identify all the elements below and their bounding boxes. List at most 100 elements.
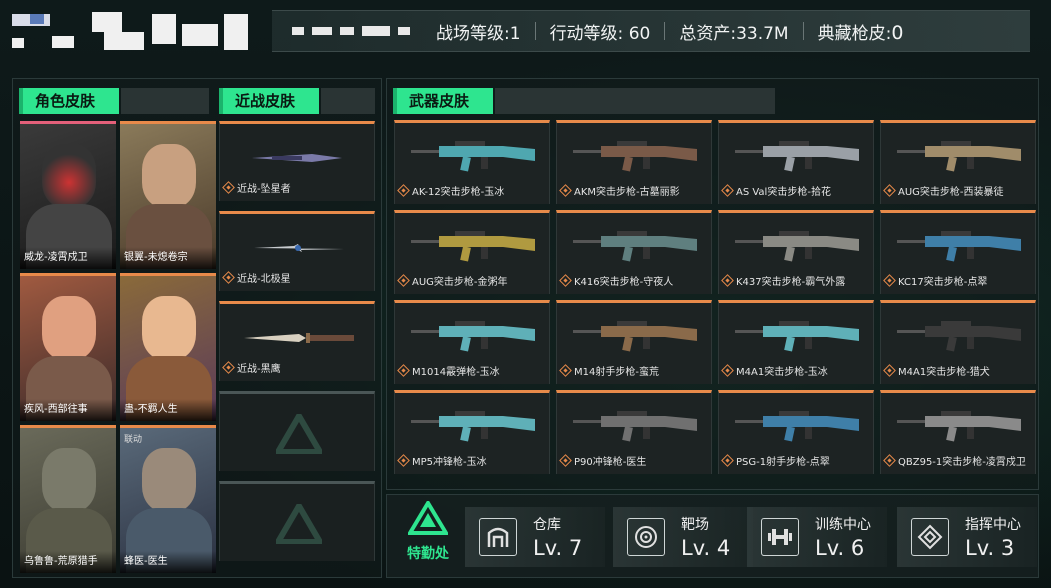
weapon-card[interactable]: M1014霰弹枪-玉冰 [394,300,550,384]
agent-office-button[interactable]: 特勤处 [395,499,461,571]
diamond-icon [721,274,734,287]
weapon-panel: 武器皮肤 AK-12突击步枪-玉冰 AKM突击步枪-古墓丽影 AS Val突击步枪-… [386,78,1039,490]
weapon-card[interactable]: KC17突击步枪-点翠 [880,210,1036,294]
diamond-icon [883,184,896,197]
weapon-name: P90冲锋枪-医生 [574,457,647,468]
empty-melee-slot[interactable] [219,481,375,561]
stat-collection-skins: 典藏枪皮:0 [817,21,904,44]
weapon-card[interactable]: AS Val突击步枪-拾花 [718,120,874,204]
knife-icon [244,333,354,343]
diamond-icon [397,454,410,467]
dumbbell-icon [761,518,799,556]
facility-name: 指挥中心 [965,517,1021,533]
character-card[interactable]: 银翼-未熄卷宗 [120,121,216,269]
rifle-icon [411,321,535,352]
facilities-bar: 特勤处 仓库 Lv. 7 靶场 Lv. 4 训练中心 Lv. 6 指挥中心 Lv… [386,494,1039,578]
weapon-name: K437突击步枪-霸气外露 [736,277,846,288]
weapon-card[interactable]: AUG突击步枪-金粥年 [394,210,550,294]
weapon-card[interactable]: MP5冲锋枪-玉冰 [394,390,550,474]
facility-level: Lv. 6 [815,536,865,560]
facility-name: 仓库 [533,517,561,533]
rifle-icon [411,411,535,442]
weapon-card[interactable]: AKM突击步枪-古墓丽影 [556,120,712,204]
character-card[interactable]: 联动 蜂医-医生 [120,425,216,573]
weapon-name: M14射手步枪-蛮荒 [574,367,659,378]
facility-range[interactable]: 靶场 Lv. 4 [613,507,753,567]
agent-office-label: 特勤处 [407,546,449,562]
diamond-icon [559,184,572,197]
weapon-card[interactable]: P90冲锋枪-医生 [556,390,712,474]
rifle-icon [735,321,859,352]
rifle-icon [897,411,1021,442]
rifle-icon [735,141,859,172]
character-name: 乌鲁鲁-荒原猎手 [20,551,116,573]
weapon-card[interactable]: M4A1突击步枪-猎犬 [880,300,1036,384]
character-card[interactable]: 乌鲁鲁-荒原猎手 [20,425,116,573]
diamond-icon [559,364,572,377]
diamond-icon [721,364,734,377]
weapon-name: K416突击步枪-守夜人 [574,277,674,288]
weapon-card[interactable]: PSG-1射手步枪-点翠 [718,390,874,474]
diamond-icon [559,454,572,467]
weapon-name: AKM突击步枪-古墓丽影 [574,187,680,198]
character-name: 银翼-未熄卷宗 [120,247,216,269]
rifle-icon [573,141,697,172]
character-name: 蜂医-医生 [120,551,216,573]
character-name: 疾风-西部往事 [20,399,116,421]
melee-card[interactable]: 近战-黑鹰 [219,301,375,381]
collab-badge: 联动 [124,435,143,445]
diamond-icon [222,271,235,284]
section-character-skins: 角色皮肤 [19,88,119,114]
weapon-name: AS Val突击步枪-拾花 [736,187,831,198]
weapon-name: M1014霰弹枪-玉冰 [412,367,500,378]
weapon-card[interactable]: QBZ95-1突击步枪-凌霄戍卫 [880,390,1036,474]
weapon-name: M4A1突击步枪-猎犬 [898,367,990,378]
rifle-icon [411,231,535,262]
diamond-icon [397,184,410,197]
stat-battlefield-level: 战场等级:1 [436,23,521,44]
melee-card[interactable]: 近战-坠星者 [219,121,375,201]
agent-office-icon [406,499,450,535]
knife-icon [254,244,344,252]
rifle-icon [573,231,697,262]
section-tail [321,88,375,114]
character-card[interactable]: 疾风-西部往事 [20,273,116,421]
diamond-icon [883,364,896,377]
melee-card[interactable]: 近战-北极星 [219,211,375,291]
facility-level: Lv. 3 [965,536,1015,560]
character-card[interactable]: 威龙-凌霄戍卫 [20,121,116,269]
diamond-icon [222,361,235,374]
section-melee-skins: 近战皮肤 [219,88,319,114]
empty-melee-slot[interactable] [219,391,375,471]
stat-operation-level: 行动等级: 60 [549,23,651,44]
rifle-icon [411,141,535,172]
weapon-card[interactable]: K437突击步枪-霸气外露 [718,210,874,294]
redacted-field [272,26,422,36]
logo-watermark-icon [276,414,322,454]
melee-name: 近战-坠星者 [237,184,291,195]
facility-level: Lv. 7 [533,536,583,560]
character-name: 威龙-凌霄戍卫 [20,247,116,269]
rifle-icon [897,321,1021,352]
facility-training-center[interactable]: 训练中心 Lv. 6 [747,507,887,567]
diamond-icon [397,364,410,377]
rifle-icon [735,231,859,262]
diamond-icon [883,454,896,467]
facility-level: Lv. 4 [681,536,731,560]
command-icon [911,518,949,556]
weapon-card[interactable]: AUG突击步枪-西装暴徒 [880,120,1036,204]
rifle-icon [897,141,1021,172]
weapon-name: AK-12突击步枪-玉冰 [412,187,505,198]
character-name: 蛊-不羁人生 [120,399,216,421]
weapon-card[interactable]: K416突击步枪-守夜人 [556,210,712,294]
weapon-card[interactable]: AK-12突击步枪-玉冰 [394,120,550,204]
diamond-icon [222,181,235,194]
weapon-card[interactable]: M14射手步枪-蛮荒 [556,300,712,384]
weapon-name: KC17突击步枪-点翠 [898,277,988,288]
character-card[interactable]: 蛊-不羁人生 [120,273,216,421]
weapon-name: PSG-1射手步枪-点翠 [736,457,830,468]
weapon-card[interactable]: M4A1突击步枪-玉冰 [718,300,874,384]
facility-warehouse[interactable]: 仓库 Lv. 7 [465,507,605,567]
diamond-icon [721,454,734,467]
facility-command-center[interactable]: 指挥中心 Lv. 3 [897,507,1037,567]
